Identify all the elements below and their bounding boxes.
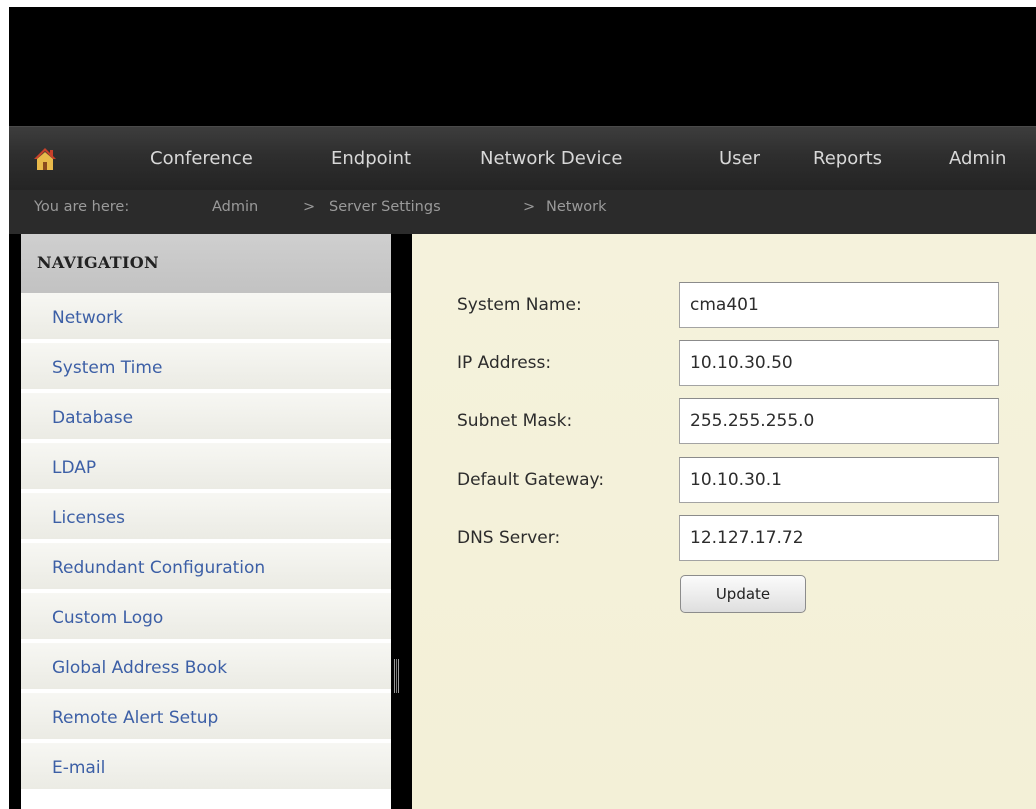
sidebar-resize-handle[interactable] — [394, 659, 399, 693]
sidebar-heading: NAVIGATION — [21, 234, 391, 293]
default-gateway-label: Default Gateway: — [457, 470, 605, 490]
nav-conference[interactable]: Conference — [150, 147, 253, 171]
app-window: Conference Endpoint Network Device User … — [9, 7, 1036, 809]
sidebar-item-licenses[interactable]: Licenses — [21, 493, 391, 541]
main-nav-bar: Conference Endpoint Network Device User … — [9, 126, 1036, 190]
nav-network-device[interactable]: Network Device — [480, 147, 622, 171]
breadcrumb-separator: > — [523, 199, 536, 215]
network-settings-panel: System Name: IP Address: Subnet Mask: De… — [412, 234, 1036, 809]
breadcrumb-separator: > — [303, 199, 316, 215]
system-name-label: System Name: — [457, 295, 582, 315]
breadcrumb: You are here: Admin > Server Settings > … — [9, 190, 1036, 234]
breadcrumb-network: Network — [546, 199, 607, 215]
subnet-mask-label: Subnet Mask: — [457, 411, 573, 431]
default-gateway-field[interactable] — [679, 457, 999, 503]
nav-admin[interactable]: Admin — [949, 147, 1006, 171]
sidebar: NAVIGATION Network System Time Database … — [21, 234, 391, 809]
nav-user[interactable]: User — [719, 147, 760, 171]
nav-reports[interactable]: Reports — [813, 147, 882, 171]
ip-address-field[interactable] — [679, 340, 999, 386]
subnet-mask-field[interactable] — [679, 398, 999, 444]
sidebar-item-global-address-book[interactable]: Global Address Book — [21, 643, 391, 691]
breadcrumb-label: You are here: — [34, 199, 130, 215]
ip-address-label: IP Address: — [457, 353, 552, 373]
sidebar-item-ldap[interactable]: LDAP — [21, 443, 391, 491]
sidebar-item-network[interactable]: Network — [21, 293, 391, 341]
sidebar-item-system-time[interactable]: System Time — [21, 343, 391, 391]
dns-server-field[interactable] — [679, 515, 999, 561]
sidebar-item-redundant-configuration[interactable]: Redundant Configuration — [21, 543, 391, 591]
system-name-field[interactable] — [679, 282, 999, 328]
sidebar-item-custom-logo[interactable]: Custom Logo — [21, 593, 391, 641]
sidebar-item-email[interactable]: E-mail — [21, 743, 391, 791]
home-icon[interactable] — [33, 147, 57, 171]
sidebar-item-remote-alert-setup[interactable]: Remote Alert Setup — [21, 693, 391, 741]
breadcrumb-admin[interactable]: Admin — [212, 190, 258, 224]
breadcrumb-server-settings[interactable]: Server Settings — [329, 190, 441, 224]
dns-server-label: DNS Server: — [457, 528, 561, 548]
nav-endpoint[interactable]: Endpoint — [331, 147, 411, 171]
update-button[interactable]: Update — [680, 575, 806, 613]
sidebar-item-database[interactable]: Database — [21, 393, 391, 441]
